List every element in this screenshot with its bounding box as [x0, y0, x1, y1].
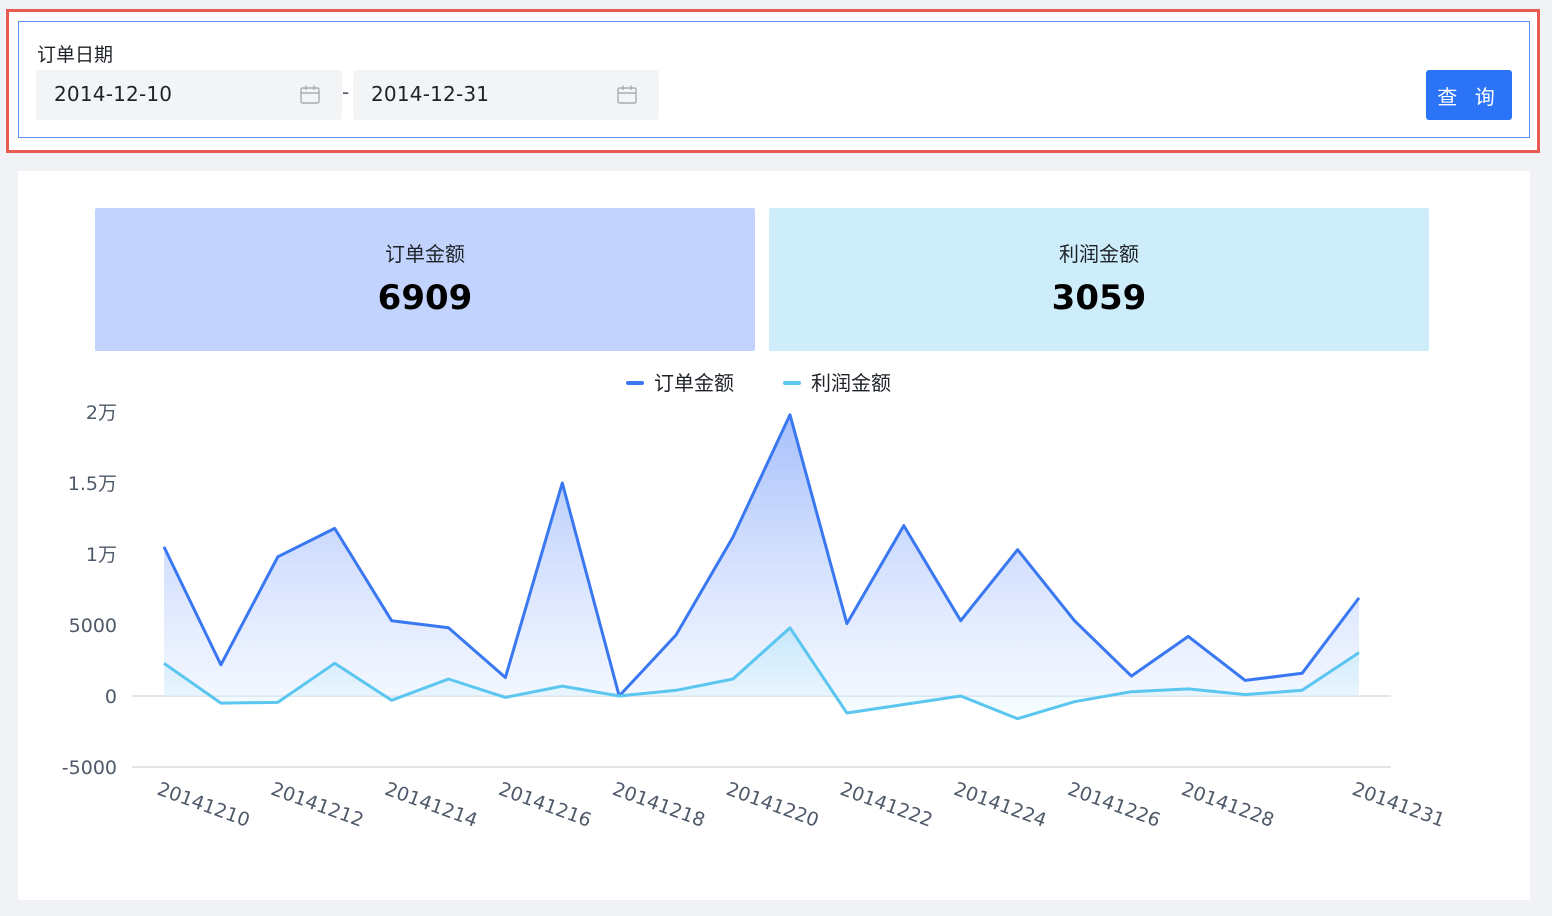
- calendar-icon[interactable]: [617, 85, 637, 104]
- date-filter-frame: 订单日期 2014-12-10 - 2014-12-31 查 询: [18, 21, 1530, 138]
- x-tick-label: 20141214: [382, 778, 480, 832]
- line-chart: 订单金额 利润金额 -5000 0 5000 1万 1.5万 2万 20141210 20141…: [62, 371, 1448, 832]
- end-date-value: 2014-12-31: [371, 82, 490, 106]
- y-tick-label: 0: [105, 686, 117, 708]
- start-date-value: 2014-12-10: [54, 82, 173, 106]
- y-tick-label: 5000: [69, 615, 117, 637]
- calendar-icon[interactable]: [300, 85, 320, 104]
- x-tick-label: 20141224: [951, 778, 1049, 832]
- legend-label: 订单金额: [654, 371, 734, 395]
- date-filter-panel: 订单日期 2014-12-10 - 2014-12-31 查 询: [6, 9, 1540, 153]
- y-tick-label: 1.5万: [68, 473, 117, 495]
- query-button[interactable]: 查 询: [1426, 70, 1512, 120]
- x-tick-label: 20141218: [610, 778, 708, 832]
- x-tick-label: 20141210: [154, 778, 252, 832]
- x-tick-label: 20141220: [723, 778, 821, 832]
- dashboard-panel: 订单金额 6909 利润金额 3059 订单金额 利润金额 -5000 0 5000 1…: [18, 171, 1530, 900]
- x-tick-label: 20141226: [1065, 778, 1163, 832]
- y-tick-label: 1万: [86, 544, 117, 566]
- legend-label: 利润金额: [811, 371, 891, 395]
- start-date-input[interactable]: 2014-12-10: [36, 70, 342, 120]
- date-range-separator: -: [342, 80, 350, 104]
- x-tick-label: 20141228: [1179, 778, 1277, 832]
- filter-label: 订单日期: [37, 44, 114, 66]
- x-tick-label: 20141216: [496, 778, 594, 832]
- y-tick-label: -5000: [62, 757, 117, 779]
- end-date-input[interactable]: 2014-12-31: [353, 70, 659, 120]
- x-tick-label: 20141222: [837, 778, 935, 832]
- x-tick-label: 20141231: [1349, 778, 1447, 832]
- x-tick-label: 20141212: [268, 778, 366, 832]
- y-tick-label: 2万: [86, 402, 117, 424]
